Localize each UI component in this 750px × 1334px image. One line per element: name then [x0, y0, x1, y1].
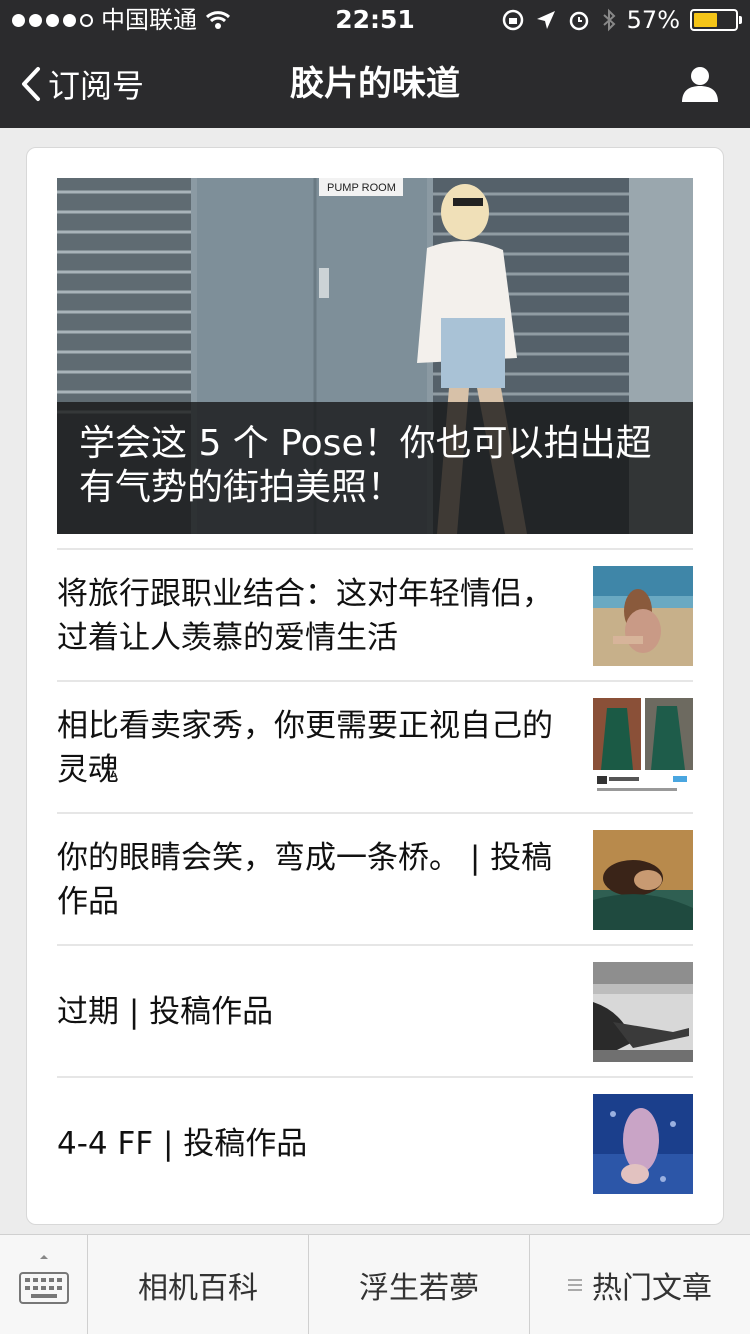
article-title: 将旅行跟职业结合：这对年轻情侣，过着让人羡慕的爱情生活 [57, 576, 553, 656]
article-title: 你的眼睛会笑，弯成一条桥。 | 投稿作品 [57, 840, 553, 920]
status-right: 57% [501, 0, 742, 40]
status-bar: 中国联通 22:51 57% [0, 0, 750, 40]
nav-bar: 订阅号 胶片的味道 [0, 40, 750, 128]
alarm-icon [569, 11, 588, 31]
menu-item-hot-articles[interactable]: 热门文章 [530, 1235, 750, 1334]
article-list: 将旅行跟职业结合：这对年轻情侣，过着让人羡慕的爱情生活 相比看卖家秀，你更需要正… [57, 548, 693, 1208]
article-thumbnail [593, 830, 693, 930]
bluetooth-icon [602, 8, 616, 32]
back-button[interactable]: 订阅号 [20, 40, 144, 128]
article-title: 相比看卖家秀，你更需要正视自己的灵魂 [57, 708, 553, 788]
battery-percent: 57% [626, 6, 680, 34]
list-item[interactable]: 将旅行跟职业结合：这对年轻情侣，过着让人羡慕的爱情生活 [57, 548, 693, 680]
submenu-icon [568, 1279, 582, 1291]
profile-icon[interactable] [680, 64, 720, 104]
chevron-left-icon [22, 67, 40, 101]
list-item[interactable]: 4-4 FF | 投稿作品 [57, 1076, 693, 1208]
article-thumbnail [593, 1094, 693, 1194]
menu-item-floating-life[interactable]: 浮生若夢 [309, 1235, 530, 1334]
battery-icon [690, 9, 742, 31]
menu-item-label: 相机百科 [138, 1271, 258, 1306]
menu-item-label: 浮生若夢 [359, 1271, 479, 1306]
menu-item-camera-wiki[interactable]: 相机百科 [88, 1235, 309, 1334]
article-card: PUMP ROOM 学会这 5 个 Pose！你也可以拍出超有气势的街拍美照！ [26, 147, 724, 1225]
keyboard-icon [19, 1255, 69, 1304]
article-title: 过期 | 投稿作品 [57, 994, 274, 1030]
menu-item-label: 热门文章 [592, 1271, 712, 1306]
article-title: 4-4 FF | 投稿作品 [57, 1126, 308, 1162]
back-label: 订阅号 [48, 67, 145, 105]
battery-level [694, 13, 717, 27]
rotation-lock-icon [502, 9, 523, 31]
article-thumbnail [593, 962, 693, 1062]
article-thumbnail [593, 566, 693, 666]
list-item[interactable]: 相比看卖家秀，你更需要正视自己的灵魂 [57, 680, 693, 812]
article-thumbnail [593, 698, 693, 798]
sign-text: PUMP ROOM [327, 182, 396, 194]
top-bar: 中国联通 22:51 57% 订阅号 胶片的味道 [0, 0, 750, 128]
location-arrow-icon [536, 11, 555, 29]
keyboard-toggle-button[interactable] [0, 1235, 88, 1334]
list-item[interactable]: 过期 | 投稿作品 [57, 944, 693, 1076]
hero-caption: 学会这 5 个 Pose！你也可以拍出超有气势的街拍美照！ [57, 402, 693, 534]
bottom-menu: 相机百科 浮生若夢 热门文章 [0, 1234, 750, 1334]
hero-article[interactable]: PUMP ROOM 学会这 5 个 Pose！你也可以拍出超有气势的街拍美照！ [57, 178, 693, 534]
list-item[interactable]: 你的眼睛会笑，弯成一条桥。 | 投稿作品 [57, 812, 693, 944]
